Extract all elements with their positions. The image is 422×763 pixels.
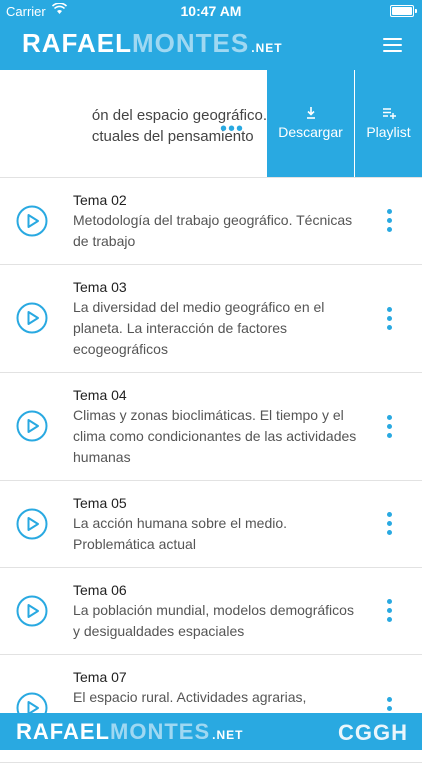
play-icon[interactable] — [16, 205, 48, 237]
clock: 10:47 AM — [180, 3, 242, 19]
footer-logo: RAFAELMONTES .NET — [16, 719, 243, 745]
item-title: Tema 06 — [73, 582, 127, 598]
footer-logo-net: .NET — [212, 728, 244, 742]
footer-logo-part2: MONTES — [110, 719, 211, 744]
app-header: RAFAELMONTES .NET — [0, 22, 422, 70]
item-description: Climas y zonas bioclimáticas. El tiempo … — [73, 407, 357, 465]
battery-icon — [390, 5, 417, 17]
status-bar: Carrier 10:47 AM — [0, 0, 422, 22]
menu-button[interactable] — [383, 38, 402, 52]
more-vertical-icon[interactable] — [386, 415, 394, 439]
more-vertical-icon[interactable] — [386, 512, 394, 536]
logo-net: .NET — [251, 41, 283, 55]
playlist-add-icon — [382, 108, 396, 119]
item-title: Tema 02 — [73, 192, 127, 208]
item-description: Metodología del trabajo geográfico. Técn… — [73, 212, 353, 249]
play-icon[interactable] — [16, 302, 48, 334]
list-item[interactable]: Tema 04 Climas y zonas bioclimáticas. El… — [0, 373, 422, 481]
logo-part1: RAFAEL — [22, 28, 132, 58]
swiped-list-item[interactable]: ón del espacio geográfico. ctuales del p… — [0, 70, 422, 178]
list-item[interactable]: Tema 02 Metodología del trabajo geográfi… — [0, 178, 422, 265]
list-item[interactable]: Tema 03 La diversidad del medio geográfi… — [0, 265, 422, 373]
list-item[interactable]: Tema 06 La población mundial, modelos de… — [0, 568, 422, 655]
item-title: Tema 05 — [73, 495, 127, 511]
more-vertical-icon[interactable] — [386, 599, 394, 623]
item-description: La población mundial, modelos demográfic… — [73, 602, 354, 639]
logo: RAFAELMONTES .NET — [22, 28, 283, 59]
item-title: Tema 03 — [73, 279, 127, 295]
more-horizontal-icon[interactable]: ••• — [220, 118, 244, 141]
play-icon[interactable] — [16, 595, 48, 627]
item-description: El espacio rural. Actividades agrarias, — [73, 689, 307, 705]
item-title: Tema 04 — [73, 387, 127, 403]
footer-logo-part1: RAFAEL — [16, 719, 110, 744]
topic-list: Tema 02 Metodología del trabajo geográfi… — [0, 178, 422, 763]
item-title: Tema 07 — [73, 669, 127, 685]
download-icon — [306, 107, 315, 119]
list-item[interactable]: Tema 05 La acción humana sobre el medio.… — [0, 481, 422, 568]
org-logo: CGGH — [338, 720, 408, 745]
more-vertical-icon[interactable] — [386, 209, 394, 233]
item-description: La acción humana sobre el medio. Problem… — [73, 515, 288, 552]
playlist-label: Playlist — [366, 124, 411, 140]
playlist-button[interactable]: Playlist — [355, 70, 422, 177]
play-icon[interactable] — [16, 410, 48, 442]
download-button[interactable]: Descargar — [267, 70, 354, 177]
footer-bar: RAFAELMONTES .NET CGGH — [0, 713, 422, 750]
more-vertical-icon[interactable] — [386, 307, 394, 331]
logo-part2: MONTES — [132, 28, 250, 58]
download-label: Descargar — [278, 124, 343, 140]
play-icon[interactable] — [16, 508, 48, 540]
item-description: La diversidad del medio geográfico en el… — [73, 299, 325, 357]
